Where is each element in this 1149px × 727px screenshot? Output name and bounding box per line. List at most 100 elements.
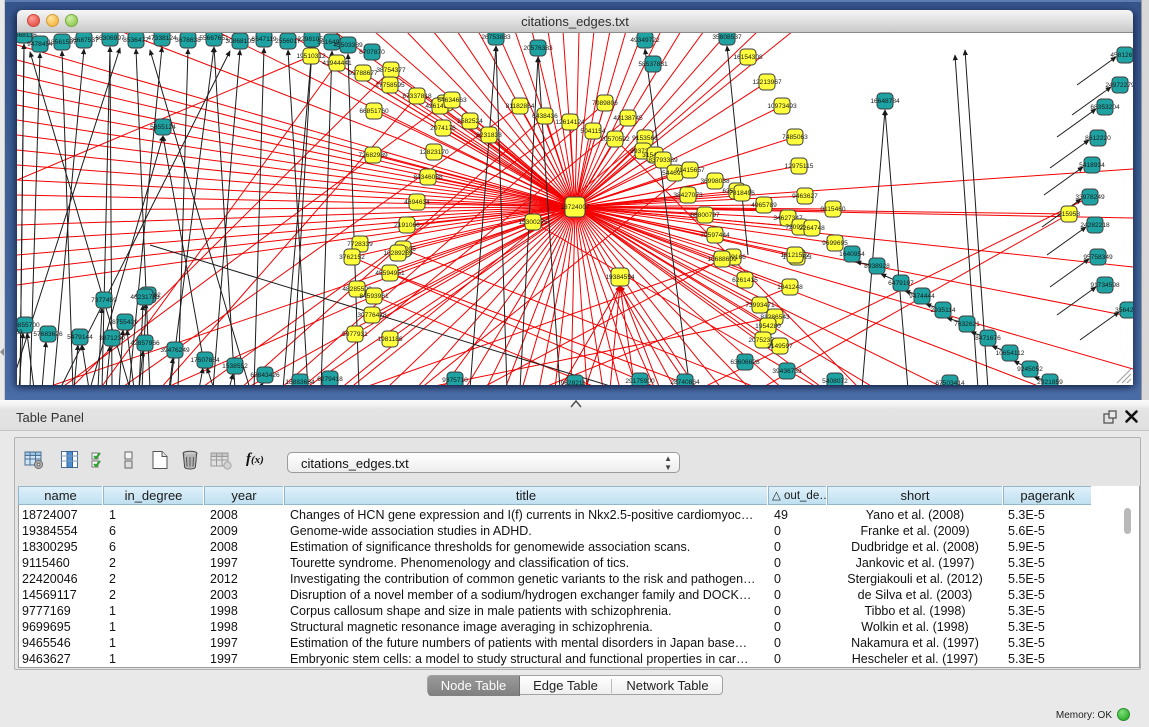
svg-text:27758595: 27758595 — [375, 82, 405, 89]
svg-text:2149597: 2149597 — [767, 343, 793, 350]
svg-text:8471676: 8471676 — [975, 335, 1001, 342]
svg-text:45812670: 45812670 — [1110, 52, 1133, 59]
svg-text:7089806: 7089806 — [592, 100, 618, 107]
svg-text:63606628: 63606628 — [730, 359, 760, 366]
svg-text:91415657: 91415657 — [675, 167, 705, 174]
svg-text:16648784: 16648784 — [870, 98, 900, 105]
svg-text:6438436: 6438436 — [532, 113, 558, 120]
svg-text:3564217: 3564217 — [1115, 307, 1133, 314]
svg-text:66851760: 66851760 — [359, 108, 389, 115]
svg-text:24282218: 24282218 — [1080, 222, 1110, 229]
svg-text:9463627: 9463627 — [792, 193, 818, 200]
svg-text:26753883: 26753883 — [481, 34, 511, 41]
svg-text:5041154: 5041154 — [580, 128, 606, 135]
svg-text:42138745: 42138745 — [613, 115, 643, 122]
svg-text:20576383: 20576383 — [523, 45, 553, 52]
svg-text:29175900: 29175900 — [625, 378, 655, 385]
svg-text:47338124: 47338124 — [147, 35, 177, 42]
svg-text:8707870: 8707870 — [359, 49, 385, 56]
svg-text:35808537: 35808537 — [712, 34, 742, 41]
svg-text:9245052: 9245052 — [1017, 366, 1043, 373]
svg-text:45594951: 45594951 — [375, 270, 405, 277]
svg-text:91734598: 91734598 — [1090, 282, 1120, 289]
svg-text:6279418: 6279418 — [317, 376, 343, 383]
svg-text:46231783: 46231783 — [130, 294, 160, 301]
svg-text:8231838: 8231838 — [476, 132, 502, 139]
svg-text:2191066: 2191066 — [394, 222, 420, 229]
svg-text:2582524: 2582524 — [457, 118, 483, 125]
svg-text:5855124: 5855124 — [150, 124, 176, 131]
svg-text:4965789: 4965789 — [751, 202, 777, 209]
svg-text:2264748: 2264748 — [799, 225, 825, 232]
svg-text:33978249: 33978249 — [1075, 194, 1105, 201]
svg-text:9375710: 9375710 — [442, 377, 468, 384]
svg-text:7728339: 7728339 — [347, 241, 373, 248]
svg-text:58537831: 58537831 — [638, 61, 668, 68]
svg-text:20570592: 20570592 — [600, 136, 630, 143]
svg-text:42857966: 42857966 — [130, 340, 160, 347]
svg-text:2921859: 2921859 — [1037, 379, 1063, 385]
svg-text:6479197: 6479197 — [888, 280, 914, 287]
svg-text:73993471: 73993471 — [745, 302, 775, 309]
svg-text:19121552: 19121552 — [780, 252, 810, 259]
svg-text:1538552: 1538552 — [222, 363, 248, 370]
svg-text:19510312: 19510312 — [296, 53, 326, 60]
svg-text:5977931: 5977931 — [342, 331, 368, 338]
svg-text:99788677: 99788677 — [348, 70, 378, 77]
svg-text:39476249: 39476249 — [160, 347, 190, 354]
svg-text:49349722: 49349722 — [630, 37, 660, 44]
svg-text:1981186: 1981186 — [377, 336, 403, 343]
svg-text:57683626: 57683626 — [33, 331, 63, 338]
svg-text:5479144: 5479144 — [67, 334, 93, 341]
svg-text:66306997: 66306997 — [95, 35, 125, 42]
svg-text:10688609: 10688609 — [707, 256, 737, 263]
svg-text:215958: 215958 — [1058, 211, 1080, 218]
svg-text:64634663: 64634663 — [437, 97, 467, 104]
svg-text:5408072: 5408072 — [822, 378, 848, 385]
svg-text:12975115: 12975115 — [785, 163, 814, 170]
svg-text:41944441: 41944441 — [322, 60, 352, 67]
svg-text:8536477: 8536477 — [123, 37, 149, 44]
svg-text:67503414: 67503414 — [935, 380, 965, 385]
svg-text:18883684: 18883684 — [285, 379, 315, 385]
svg-text:30776478: 30776478 — [357, 312, 387, 319]
svg-text:10654112: 10654112 — [996, 350, 1025, 357]
svg-text:12823170: 12823170 — [419, 149, 449, 156]
svg-text:19384554: 19384554 — [605, 274, 635, 281]
svg-text:8755439: 8755439 — [112, 319, 138, 326]
svg-text:72682989: 72682989 — [358, 152, 388, 159]
svg-text:84593961: 84593961 — [359, 293, 389, 300]
svg-text:6261415: 6261415 — [732, 277, 758, 284]
svg-text:39436733: 39436733 — [772, 368, 802, 375]
svg-text:3762152: 3762152 — [339, 254, 365, 261]
svg-text:1841248: 1841248 — [777, 284, 803, 291]
svg-text:8612220: 8612220 — [1085, 135, 1111, 142]
svg-text:70855700: 70855700 — [17, 322, 40, 329]
svg-text:9153566: 9153566 — [632, 135, 658, 142]
svg-text:81182864: 81182864 — [506, 103, 535, 110]
svg-text:9474444: 9474444 — [909, 293, 935, 300]
svg-text:24972279: 24972279 — [1105, 82, 1133, 89]
svg-text:9699695: 9699695 — [822, 240, 848, 247]
svg-text:2074176: 2074176 — [430, 125, 456, 132]
svg-text:84346088: 84346088 — [413, 174, 443, 181]
svg-text:7485063: 7485063 — [782, 134, 808, 141]
svg-text:96282117: 96282117 — [561, 380, 590, 385]
svg-text:87337818: 87337818 — [402, 93, 432, 100]
svg-text:10289289: 10289289 — [383, 250, 413, 257]
svg-text:17507864: 17507864 — [190, 357, 220, 364]
svg-text:1640954: 1640954 — [839, 251, 865, 258]
svg-text:6647119: 6647119 — [251, 36, 277, 43]
svg-text:83793389: 83793389 — [648, 157, 678, 164]
svg-text:63843426: 63843426 — [250, 372, 280, 379]
svg-text:1954280: 1954280 — [755, 323, 781, 330]
svg-text:3678638: 3678638 — [175, 37, 201, 44]
svg-text:5418934: 5418934 — [1079, 162, 1105, 169]
svg-text:7632621: 7632621 — [954, 321, 980, 328]
svg-text:7818496: 7818496 — [729, 190, 755, 197]
svg-text:10973493: 10973493 — [767, 103, 797, 110]
svg-text:31831063: 31831063 — [17, 329, 23, 336]
svg-text:15300275: 15300275 — [518, 219, 548, 226]
svg-text:12213967: 12213967 — [752, 79, 782, 86]
svg-text:38427073: 38427073 — [673, 192, 703, 199]
